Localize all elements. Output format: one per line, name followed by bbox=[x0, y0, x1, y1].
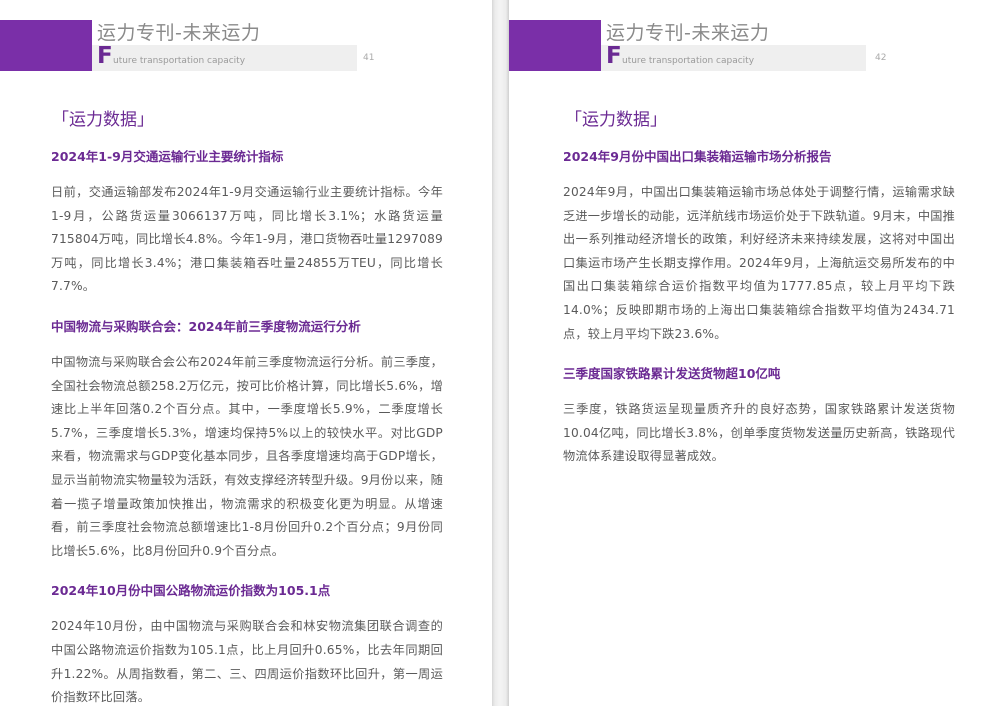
page-gutter bbox=[492, 0, 509, 706]
header-initial: F bbox=[97, 43, 113, 69]
page-number: 42 bbox=[875, 53, 887, 63]
article: 2024年10月份中国公路物流运价指数为105.1点 2024年10月份，由中国… bbox=[51, 582, 443, 706]
article-body: 中国物流与采购联合会公布2024年前三季度物流运行分析。前三季度，全国社会物流总… bbox=[51, 354, 443, 558]
header-subtitle: uture transportation capacity bbox=[622, 56, 755, 66]
page-right: 运力专刊-未来运力 F uture transportation capacit… bbox=[509, 0, 999, 706]
article-title: 2024年10月份中国公路物流运价指数为105.1点 bbox=[51, 583, 331, 599]
header-accent-bar bbox=[509, 20, 601, 71]
page-number: 41 bbox=[363, 53, 375, 63]
article-body: 三季度，铁路货运呈现量质齐升的良好态势，国家铁路累计发送货物10.04亿吨，同比… bbox=[563, 402, 955, 464]
article-body: 2024年9月，中国出口集装箱运输市场总体处于调整行情，运输需求缺乏进一步增长的… bbox=[563, 185, 955, 341]
header-title: 运力专刊-未来运力 bbox=[97, 22, 261, 44]
article-list: 2024年9月份中国出口集装箱运输市场分析报告 2024年9月，中国出口集装箱运… bbox=[563, 148, 955, 488]
header-subtitle: uture transportation capacity bbox=[113, 56, 246, 66]
header-accent-bar bbox=[0, 20, 92, 71]
article-title: 2024年1-9月交通运输行业主要统计指标 bbox=[51, 149, 284, 164]
header-title: 运力专刊-未来运力 bbox=[606, 22, 770, 44]
article-list: 2024年1-9月交通运输行业主要统计指标 日前，交通运输部发布2024年1-9… bbox=[51, 148, 443, 706]
section-tag: 「运力数据」 bbox=[52, 110, 154, 130]
section-tag: 「运力数据」 bbox=[565, 110, 667, 130]
article-title: 三季度国家铁路累计发送货物超10亿吨 bbox=[563, 366, 781, 382]
header-initial: F bbox=[606, 43, 622, 69]
article: 2024年1-9月交通运输行业主要统计指标 日前，交通运输部发布2024年1-9… bbox=[51, 148, 443, 299]
page-left: 运力专刊-未来运力 F uture transportation capacit… bbox=[0, 0, 492, 706]
article: 2024年9月份中国出口集装箱运输市场分析报告 2024年9月，中国出口集装箱运… bbox=[563, 148, 955, 346]
article: 中国物流与采购联合会：2024年前三季度物流运行分析 中国物流与采购联合会公布2… bbox=[51, 318, 443, 563]
article: 三季度国家铁路累计发送货物超10亿吨 三季度，铁路货运呈现量质齐升的良好态势，国… bbox=[563, 365, 955, 469]
article-body: 日前，交通运输部发布2024年1-9月交通运输行业主要统计指标。今年1-9月，公… bbox=[51, 185, 443, 294]
article-body: 2024年10月份，由中国物流与采购联合会和林安物流集团联合调查的中国公路物流运… bbox=[51, 619, 443, 705]
article-title: 中国物流与采购联合会：2024年前三季度物流运行分析 bbox=[51, 318, 361, 334]
article-title: 2024年9月份中国出口集装箱运输市场分析报告 bbox=[563, 149, 832, 164]
